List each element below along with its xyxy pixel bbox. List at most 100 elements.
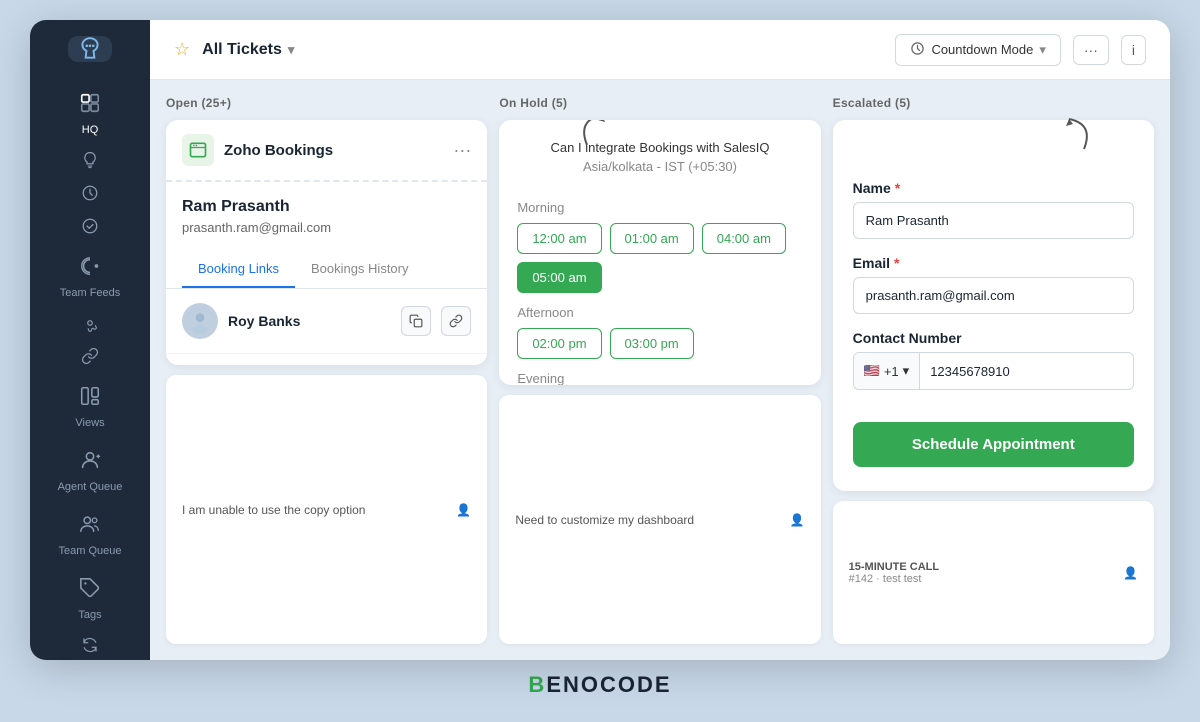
strip-card-2-avatar: 👤 — [790, 513, 805, 527]
strip-card-1-avatar: 👤 — [456, 503, 471, 517]
name-input[interactable] — [853, 202, 1134, 239]
team-feeds-icon — [79, 255, 101, 283]
sidebar-item-agent-queue[interactable]: Agent Queue — [30, 439, 150, 503]
columns-area: Open (25+) Zoho Bookings ··· Ram Prasant… — [150, 80, 1170, 660]
morning-label: Morning — [517, 200, 802, 215]
slot-4am[interactable]: 04:00 am — [702, 223, 786, 254]
favorite-star-icon[interactable]: ☆ — [174, 39, 190, 60]
schedule-appointment-button[interactable]: Schedule Appointment — [853, 422, 1134, 467]
main-content: ☆ All Tickets ▾ Countdown Mode ▾ ··· i O… — [150, 20, 1170, 660]
countdown-mode-button[interactable]: Countdown Mode ▾ — [895, 34, 1060, 66]
slot-12am[interactable]: 12:00 am — [517, 223, 601, 254]
contact-field-group: Contact Number 🇺🇸 +1 ▾ — [853, 330, 1134, 390]
afternoon-slots: 02:00 pm 03:00 pm — [517, 328, 802, 359]
zoho-logo — [182, 134, 214, 166]
sidebar-item-hq[interactable]: HQ — [30, 82, 150, 146]
header: ☆ All Tickets ▾ Countdown Mode ▾ ··· i — [150, 20, 1170, 80]
sidebar-item-hq-label: HQ — [82, 124, 99, 136]
contact-field-label: Contact Number — [853, 330, 1134, 346]
agent-row: Roy Banks — [166, 289, 487, 354]
strip-card-1: I am unable to use the copy option 👤 — [166, 375, 487, 644]
open-column-header: Open (25+) — [166, 96, 487, 120]
sidebar-item-tags-label: Tags — [78, 609, 101, 621]
sidebar-item-views-label: Views — [75, 417, 104, 429]
tab-bookings-history[interactable]: Bookings History — [295, 251, 425, 288]
agent-copy-button[interactable] — [401, 306, 431, 336]
countdown-dropdown-icon: ▾ — [1039, 42, 1046, 58]
strip-card-3-title: 15-MINUTE CALL — [849, 561, 939, 573]
open-column: Open (25+) Zoho Bookings ··· Ram Prasant… — [166, 96, 487, 644]
link-icon[interactable] — [81, 342, 99, 375]
tab-booking-links[interactable]: Booking Links — [182, 251, 295, 288]
clock-icon[interactable] — [81, 179, 99, 212]
on-hold-column: On Hold (5) Can I integrate Bookings wit… — [499, 96, 820, 644]
strip-card-1-text: I am unable to use the copy option — [182, 503, 365, 517]
phone-dropdown-icon: ▾ — [903, 363, 910, 379]
strip-card-3-avatar: 👤 — [1123, 566, 1138, 580]
email-required-star: * — [894, 255, 899, 271]
strip-card-3: 15-MINUTE CALL #142 · test test 👤 — [833, 501, 1154, 644]
sidebar-mini-icons — [30, 146, 150, 245]
afternoon-label: Afternoon — [517, 305, 802, 320]
header-info-button[interactable]: i — [1121, 35, 1146, 65]
views-icon — [79, 385, 101, 413]
email-field-group: Email * — [853, 255, 1134, 314]
strip-card-2-text: Need to customize my dashboard — [515, 513, 694, 527]
strip-card-3-sub: #142 · test test — [849, 573, 939, 585]
gear-icon[interactable] — [81, 309, 99, 342]
header-more-button[interactable]: ··· — [1073, 35, 1109, 65]
sidebar-item-agent-queue-label: Agent Queue — [58, 481, 123, 493]
benocode-brand: BENOCODE — [528, 676, 671, 696]
flag-emoji: 🇺🇸 — [864, 363, 880, 379]
agent-queue-icon — [79, 449, 101, 477]
escalated-column: Escalated (5) Name * — [833, 96, 1154, 644]
sidebar-item-team-feeds-label: Team Feeds — [60, 287, 121, 299]
on-hold-column-header: On Hold (5) — [499, 96, 820, 120]
strip-card-2: Need to customize my dashboard 👤 — [499, 395, 820, 644]
evening-label: Evening — [517, 371, 802, 385]
benocode-footer: BENOCODE — [528, 660, 671, 702]
contact-email: prasanth.ram@gmail.com — [182, 220, 471, 235]
phone-code: +1 — [884, 364, 899, 379]
contact-section: Ram Prasanth prasanth.ram@gmail.com — [166, 182, 487, 251]
sidebar-logo — [68, 36, 112, 62]
form-panel: Name * Email * — [833, 120, 1154, 491]
title-chevron-icon[interactable]: ▾ — [288, 42, 295, 58]
countdown-label: Countdown Mode — [931, 42, 1033, 57]
slot-3pm[interactable]: 03:00 pm — [610, 328, 694, 359]
page-title-text: All Tickets — [202, 41, 282, 59]
refresh-icon[interactable] — [81, 631, 99, 660]
sidebar-item-team-queue-label: Team Queue — [59, 545, 122, 557]
slot-1am[interactable]: 01:00 am — [610, 223, 694, 254]
name-field-group: Name * — [853, 180, 1134, 239]
tags-icon — [79, 577, 101, 605]
ticket-panel: Zoho Bookings ··· Ram Prasanth prasanth.… — [166, 120, 487, 365]
agent-name: Roy Banks — [228, 313, 391, 329]
name-required-star: * — [895, 180, 900, 196]
sidebar: HQ Team Feeds — [30, 20, 150, 660]
countdown-clock-icon — [910, 41, 925, 59]
sidebar-item-team-queue[interactable]: Team Queue — [30, 503, 150, 567]
strip-card-3-content: 15-MINUTE CALL #142 · test test — [849, 561, 939, 585]
ticket-panel-more-icon[interactable]: ··· — [453, 140, 471, 161]
agent-link-button[interactable] — [441, 306, 471, 336]
bulb-icon[interactable] — [81, 146, 99, 179]
team-queue-icon — [79, 513, 101, 541]
hq-icon — [79, 92, 101, 120]
email-input[interactable] — [853, 277, 1134, 314]
phone-input[interactable] — [920, 354, 1133, 389]
sidebar-item-views[interactable]: Views — [30, 375, 150, 439]
timezone-label: Asia/kolkata - IST (+05:30) — [517, 159, 802, 174]
sidebar-mini-icons-2 — [30, 309, 150, 375]
sidebar-item-team-feeds[interactable]: Team Feeds — [30, 245, 150, 309]
phone-flag-selector[interactable]: 🇺🇸 +1 ▾ — [854, 353, 921, 389]
booking-tabs: Booking Links Bookings History — [166, 251, 487, 289]
email-field-label: Email * — [853, 255, 1134, 271]
slot-2pm[interactable]: 02:00 pm — [517, 328, 601, 359]
page-title: All Tickets ▾ — [202, 41, 294, 59]
booking-item-cu: CU Customer Support Call 1 hr — [166, 354, 487, 365]
check-icon[interactable] — [81, 212, 99, 245]
scheduler-panel: Can I integrate Bookings with SalesIQ As… — [499, 120, 820, 385]
slot-5am[interactable]: 05:00 am — [517, 262, 601, 293]
sidebar-item-tags[interactable]: Tags — [30, 567, 150, 631]
